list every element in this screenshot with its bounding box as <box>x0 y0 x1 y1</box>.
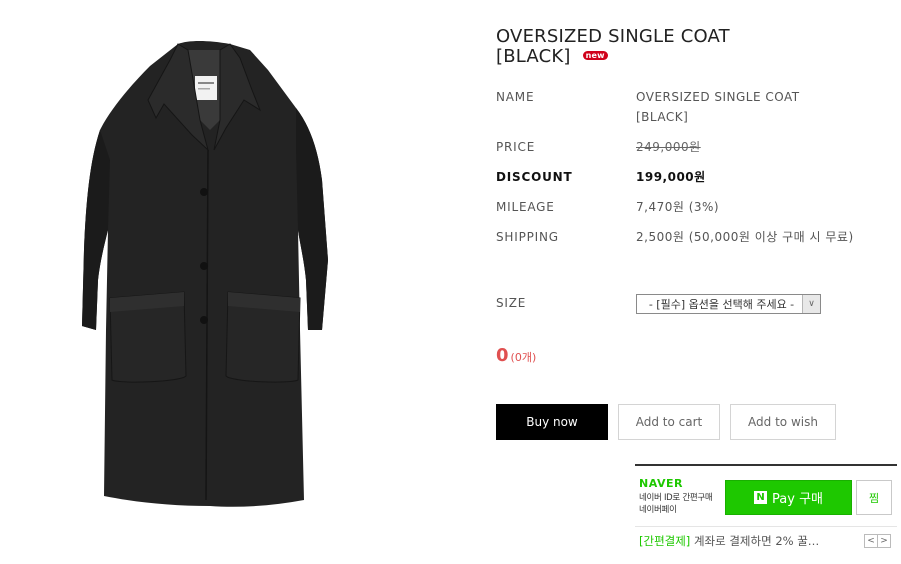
total-count: (0개) <box>510 351 537 364</box>
naverpay-desc-line2: 네이버페이 <box>639 505 677 515</box>
name-value: OVERSIZED SINGLE COAT [BLACK] <box>636 87 876 127</box>
naverpay-buy-button[interactable]: N Pay 구매 <box>725 480 852 515</box>
product-title-line1: OVERSIZED SINGLE COAT <box>496 26 730 47</box>
naverpay-button-label: Pay 구매 <box>772 492 823 507</box>
naverpay-promo-bar: [간편결제] 계좌로 결제하면 2% 꿀… < > <box>635 526 897 552</box>
naverpay-promo[interactable]: [간편결제] 계좌로 결제하면 2% 꿀… <box>639 533 819 549</box>
name-value-line1: OVERSIZED SINGLE COAT <box>636 90 800 104</box>
product-title-line2: [BLACK] <box>496 46 571 67</box>
name-label: NAME <box>496 90 535 104</box>
chevron-down-icon: ∨ <box>802 295 820 313</box>
new-badge: new <box>582 50 608 60</box>
add-to-wish-button[interactable]: Add to wish <box>730 404 836 440</box>
chevron-left-icon[interactable]: < <box>864 534 878 548</box>
total-price: 0 (0개) <box>496 345 536 366</box>
size-select[interactable]: - [필수] 옵션을 선택해 주세요 - ∨ <box>636 294 821 314</box>
add-to-cart-button[interactable]: Add to cart <box>618 404 720 440</box>
discount-value: 199,000원 <box>636 170 706 184</box>
naver-logo: NAVER <box>639 477 683 490</box>
naverpay-widget: NAVER 네이버 ID로 간편구매 네이버페이 N Pay 구매 찜 [간편결… <box>635 464 897 554</box>
promo-tag: [간편결제] <box>639 534 691 548</box>
shipping-value: 2,500원 (50,000원 이상 구매 시 무료) <box>636 230 854 244</box>
mileage-label: MILEAGE <box>496 200 555 214</box>
naverpay-description: 네이버 ID로 간편구매 네이버페이 <box>639 492 713 516</box>
product-title: OVERSIZED SINGLE COAT [BLACK] new <box>496 27 876 67</box>
size-select-value: - [필수] 옵션을 선택해 주세요 - <box>648 298 795 311</box>
mileage-value: 7,470원 (3%) <box>636 200 720 214</box>
product-image <box>60 30 360 520</box>
price-label: PRICE <box>496 140 536 154</box>
price-value: 249,000원 <box>636 140 701 154</box>
naver-n-icon: N <box>754 491 768 504</box>
naverpay-desc-line1: 네이버 ID로 간편구매 <box>639 493 713 503</box>
name-value-line2: [BLACK] <box>636 110 689 124</box>
naverpay-zzim-button[interactable]: 찜 <box>856 480 892 515</box>
coat-illustration <box>82 41 328 507</box>
discount-label: DISCOUNT <box>496 170 573 184</box>
chevron-right-icon[interactable]: > <box>877 534 891 548</box>
shipping-label: SHIPPING <box>496 230 559 244</box>
buy-now-button[interactable]: Buy now <box>496 404 608 440</box>
total-amount: 0 <box>496 345 509 366</box>
promo-text: 계좌로 결제하면 2% 꿀… <box>690 534 820 548</box>
promo-pager: < > <box>864 534 891 548</box>
size-label: SIZE <box>496 296 527 310</box>
